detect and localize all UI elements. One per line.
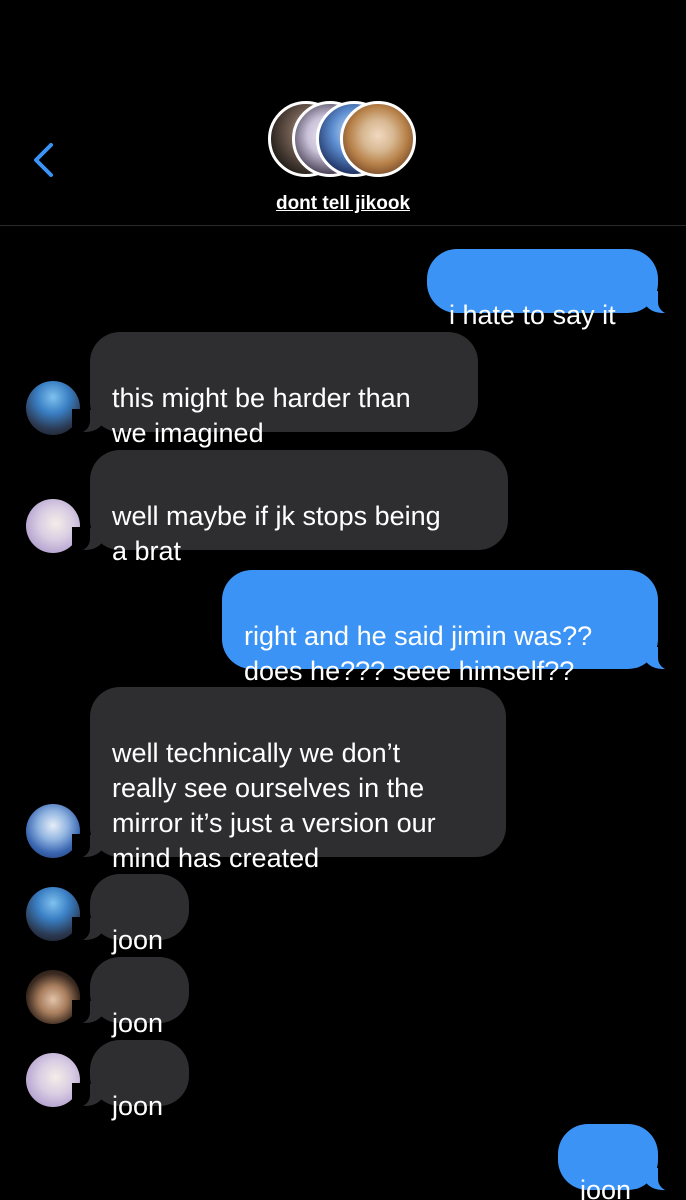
group-avatars[interactable] [268,101,420,177]
message-text: i hate to say it [449,300,616,330]
chevron-left-icon [34,143,53,177]
message-bubble-received[interactable]: joon [72,874,189,955]
message-bubble-received[interactable]: well maybe if jk stops being a brat [72,450,508,566]
message-text: well technically we don’t really see our… [112,738,436,873]
message-text: right and he said jimin was?? does he???… [244,621,593,686]
message-text: this might be harder than we imagined [112,383,411,448]
message-text: joon [112,925,164,955]
message-bubble-received[interactable]: joon [72,1040,189,1121]
group-name[interactable]: dont tell jikook [0,193,686,215]
message-bubble-received[interactable]: this might be harder than we imagined [72,332,478,448]
conversation-header: dont tell jikook [0,0,686,226]
message-bubble-sent[interactable]: joon [558,1124,676,1200]
message-bubble-sent[interactable]: i hate to say it [427,249,676,330]
message-text: joon [112,1008,164,1038]
message-bubble-received[interactable]: well technically we don’t really see our… [72,687,506,873]
message-bubble-received[interactable]: joon [72,957,189,1038]
message-text: joon [580,1175,632,1200]
back-button[interactable] [28,140,58,180]
message-text: well maybe if jk stops being a brat [112,501,441,566]
message-text: joon [112,1091,164,1121]
message-bubble-sent[interactable]: right and he said jimin was?? does he???… [222,570,676,686]
group-avatar-4 [340,101,416,177]
